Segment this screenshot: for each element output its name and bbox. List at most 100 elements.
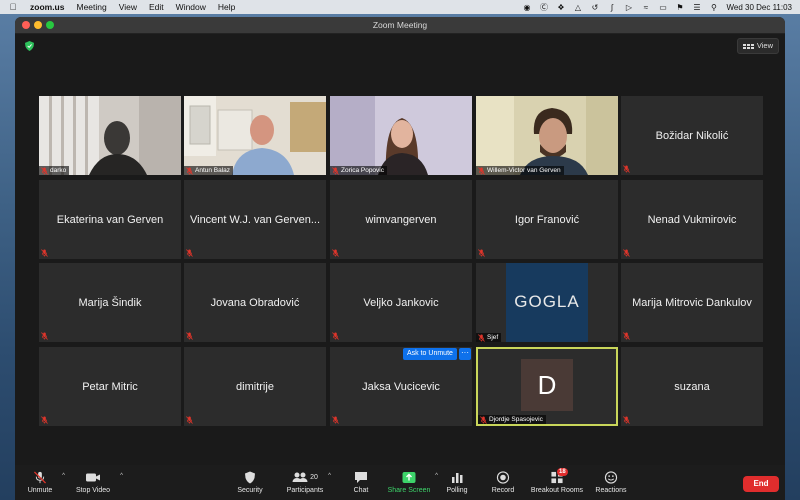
volume-icon[interactable]: ▷ <box>624 3 633 12</box>
participant-name: Jovana Obradović <box>210 296 300 309</box>
control-center-icon[interactable]: ☰ <box>692 3 701 12</box>
video-tile-wim[interactable]: wimvangerven <box>330 180 472 259</box>
participant-video <box>39 96 181 175</box>
mic-muted-icon <box>332 416 339 424</box>
chat-button[interactable]: Chat <box>349 465 373 500</box>
participant-name: Marija Mitrovic Dankulov <box>632 296 752 309</box>
participant-name-label: Antun Balaz <box>184 166 234 175</box>
video-tile-darko[interactable]: darko <box>39 96 181 175</box>
menu-window[interactable]: Window <box>176 2 206 12</box>
video-tile-veljko[interactable]: Veljko Jankovic <box>330 263 472 342</box>
menu-view[interactable]: View <box>119 2 137 12</box>
video-tile-bozidar[interactable]: Božidar Nikolić <box>621 96 763 175</box>
menu-app-name[interactable]: zoom.us <box>30 2 64 12</box>
time-machine-icon[interactable]: ↺ <box>590 3 599 12</box>
breakout-rooms-label: Breakout Rooms <box>530 487 584 494</box>
mic-muted-icon <box>33 471 47 484</box>
video-tile-igor[interactable]: Igor Franović <box>476 180 618 259</box>
participants-icon-row: 20 <box>285 471 325 484</box>
participant-name-label: Willem-Victor van Gerven <box>476 166 564 175</box>
participant-name: Marija Šindik <box>78 296 142 309</box>
video-tile-marija-m[interactable]: Marija Mitrovic Dankulov <box>621 263 763 342</box>
dropbox-icon[interactable]: ❖ <box>556 3 565 12</box>
video-tile-ekaterina[interactable]: Ekaterina van Gerven <box>39 180 181 259</box>
mic-muted-icon <box>480 415 487 424</box>
stop-video-label: Stop Video <box>75 487 111 494</box>
participant-name: Djordje Spasojevic <box>489 416 543 423</box>
video-tile-petar[interactable]: Petar Mitric <box>39 347 181 426</box>
participant-name: Willem-Victor van Gerven <box>487 167 561 174</box>
security-button[interactable]: Security <box>233 465 267 500</box>
participant-video <box>476 96 618 175</box>
more-options-button[interactable]: ··· <box>459 348 471 360</box>
share-options-caret[interactable]: ^ <box>435 473 438 479</box>
drive-icon[interactable]: △ <box>573 3 582 12</box>
apple-icon[interactable]:  <box>6 2 20 12</box>
video-tile-nenad[interactable]: Nenad Vukmirovic <box>621 180 763 259</box>
video-options-caret[interactable]: ^ <box>120 473 123 479</box>
video-tile-zorica[interactable]: Zorica Popovic <box>330 96 472 175</box>
flag-icon[interactable]: ⚑ <box>675 3 684 12</box>
video-tile-sjef[interactable]: GOGLA Sjef <box>476 263 618 342</box>
shield-icon[interactable] <box>25 41 34 51</box>
share-screen-label: Share Screen <box>387 487 431 494</box>
participant-name: Igor Franović <box>514 213 580 226</box>
wifi-icon[interactable]: ≈ <box>641 3 650 12</box>
mic-muted-icon <box>332 249 339 257</box>
mic-muted-icon <box>41 249 48 257</box>
window-title: Zoom Meeting <box>372 20 428 30</box>
participant-name: Jaksa Vucicevic <box>362 380 440 393</box>
mic-muted-icon <box>623 249 630 257</box>
smiley-icon <box>604 471 618 484</box>
video-tile-jovana[interactable]: Jovana Obradović <box>184 263 326 342</box>
participant-name: Božidar Nikolić <box>655 129 729 142</box>
participants-options-caret[interactable]: ^ <box>328 473 331 479</box>
participant-name-label: Djordje Spasojevic <box>478 415 546 424</box>
participant-name: Veljko Jankovic <box>363 296 439 309</box>
skype-icon[interactable]: Ⓒ <box>539 3 548 12</box>
reactions-button[interactable]: Reactions <box>593 465 629 500</box>
menu-clock[interactable]: Wed 30 Dec 11:03 <box>726 3 792 12</box>
participant-name: suzana <box>674 380 710 393</box>
audio-options-caret[interactable]: ^ <box>62 473 65 479</box>
video-tile-suzana[interactable]: suzana <box>621 347 763 426</box>
record-button[interactable]: Record <box>489 465 517 500</box>
participants-icon <box>292 472 308 482</box>
mac-menu-bar:  zoom.us Meeting View Edit Window Help … <box>0 0 800 14</box>
grid-view-icon <box>742 43 754 49</box>
bar-chart-icon <box>452 473 463 483</box>
end-meeting-button[interactable]: End <box>743 476 779 492</box>
unmute-button[interactable]: Unmute ^ <box>21 465 65 500</box>
menu-edit[interactable]: Edit <box>149 2 164 12</box>
ask-to-unmute-button[interactable]: Ask to Unmute <box>403 348 457 360</box>
video-tile-antun[interactable]: Antun Balaz <box>184 96 326 175</box>
video-tile-marija-s[interactable]: Marija Šindik <box>39 263 181 342</box>
mic-muted-icon <box>186 166 193 175</box>
participant-video <box>330 96 472 175</box>
mic-muted-icon <box>186 416 193 424</box>
menu-meeting[interactable]: Meeting <box>76 2 106 12</box>
bluetooth-icon[interactable]: ∫ <box>607 3 616 12</box>
mic-muted-icon <box>332 166 339 175</box>
menu-help[interactable]: Help <box>218 2 235 12</box>
zoom-status-icon[interactable]: ◉ <box>522 3 531 12</box>
video-tile-djordje[interactable]: D Djordje Spasojevic <box>476 347 618 426</box>
video-tile-willem[interactable]: Willem-Victor van Gerven <box>476 96 618 175</box>
participant-video <box>184 96 326 175</box>
battery-icon[interactable]: ▭ <box>658 3 667 12</box>
polling-button[interactable]: Polling <box>445 465 469 500</box>
share-screen-button[interactable]: Share Screen ^ <box>386 465 438 500</box>
participant-name: Sjef <box>487 334 499 341</box>
view-button[interactable]: View <box>736 38 779 54</box>
video-camera-icon <box>86 473 100 482</box>
participants-button[interactable]: 20 Participants ^ <box>285 465 331 500</box>
view-button-label: View <box>756 41 773 50</box>
spotlight-icon[interactable]: ⚲ <box>709 3 718 12</box>
participant-name: Vincent W.J. van Gerven... <box>189 213 321 226</box>
participant-name: Ekaterina van Gerven <box>56 213 164 226</box>
participant-name: darko <box>50 167 67 174</box>
video-tile-dimitrije[interactable]: dimitrije <box>184 347 326 426</box>
breakout-rooms-button[interactable]: 18 Breakout Rooms <box>530 465 584 500</box>
video-tile-vincent[interactable]: Vincent W.J. van Gerven... <box>184 180 326 259</box>
stop-video-button[interactable]: Stop Video ^ <box>69 465 123 500</box>
